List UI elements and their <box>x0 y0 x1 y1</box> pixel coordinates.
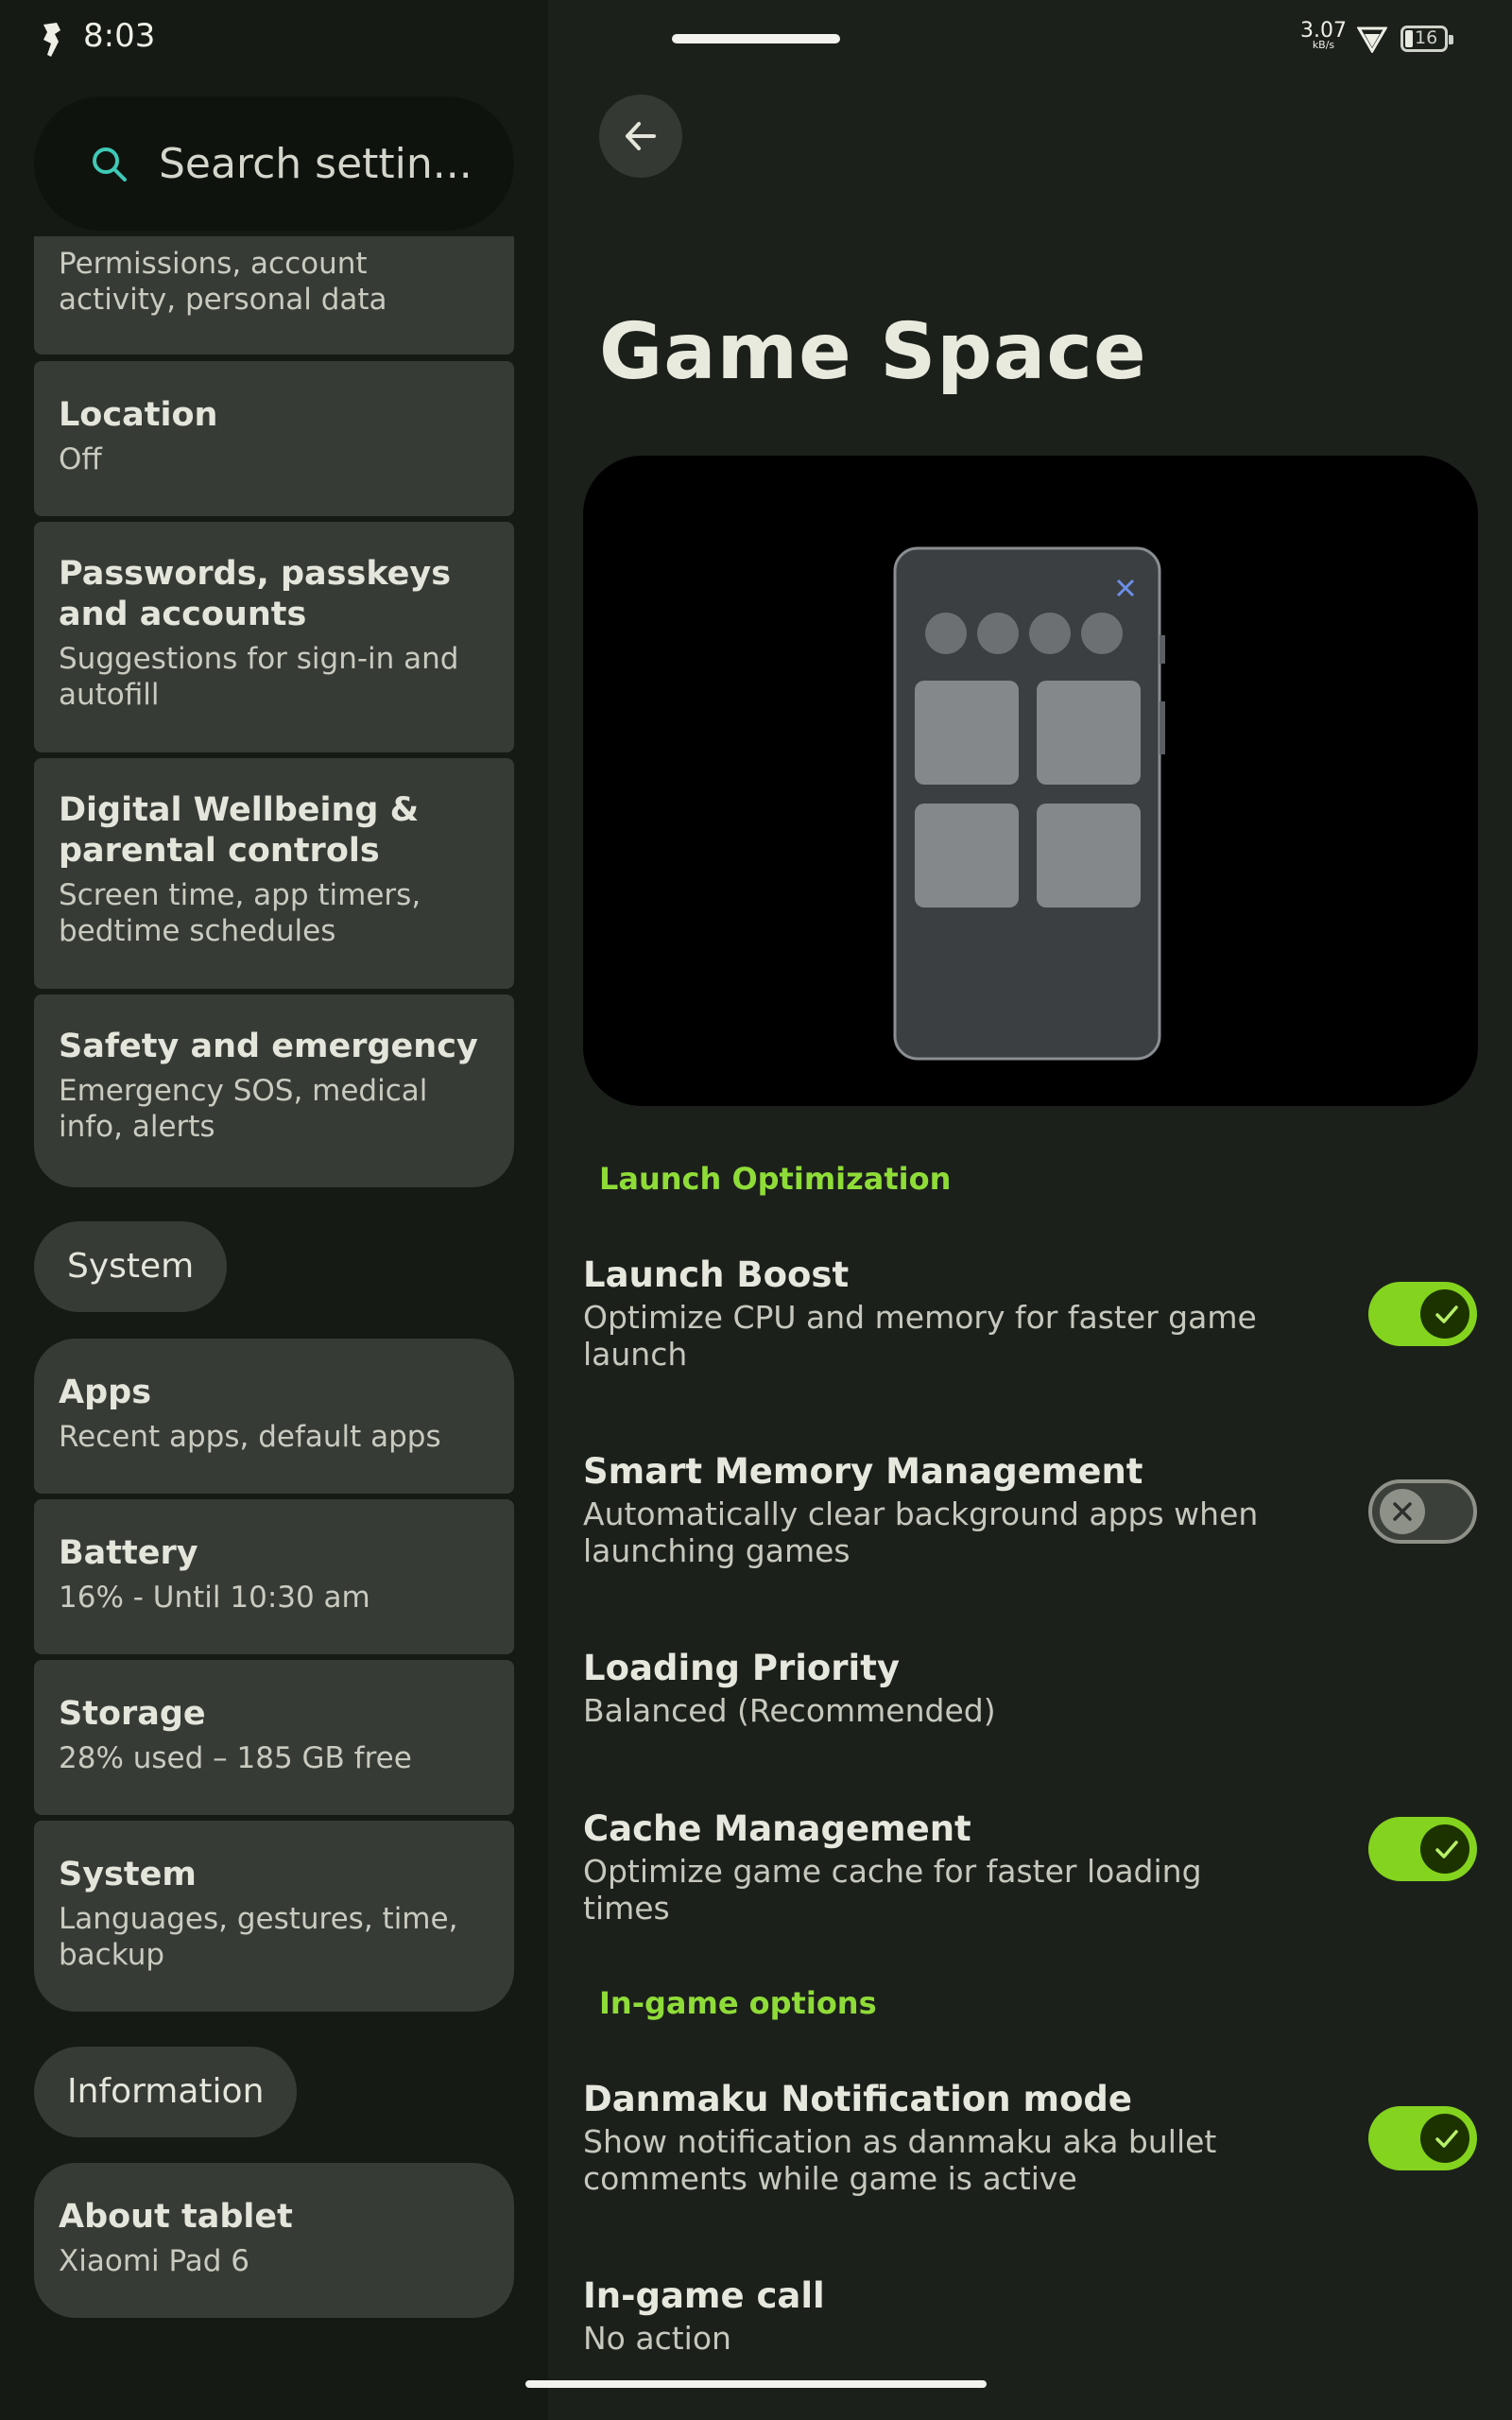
arrow-back-icon <box>626 122 656 150</box>
sidebar-item-title: Passwords, passkeys and accounts <box>59 555 452 633</box>
setting-subtitle: No action <box>583 2320 731 2357</box>
sidebar-item-subtitle: Screen time, app timers, bedtime schedul… <box>59 878 421 948</box>
sidebar-item-passwords[interactable]: Passwords, passkeys and accounts Suggest… <box>34 522 514 752</box>
setting-title: Loading Priority <box>583 1648 901 1688</box>
sidebar-item-subtitle: Languages, gestures, time, backup <box>59 1902 458 1972</box>
network-speed: 3.07 kB/s <box>1300 21 1347 51</box>
setting-subtitle: Balanced (Recommended) <box>583 1692 996 1729</box>
sidebar-item-about-tablet[interactable]: About tablet Xiaomi Pad 6 <box>34 2163 514 2318</box>
sidebar-item-subtitle: Recent apps, default apps <box>59 1420 441 1454</box>
sidebar-item-title: System <box>59 1856 197 1893</box>
setting-title: Cache Management <box>583 1808 971 1849</box>
setting-loading-priority[interactable]: Loading Priority Balanced (Recommended) <box>583 1647 1263 1729</box>
settings-sidebar: Search settin... Permissions, account ac… <box>0 0 548 2420</box>
sidebar-item-title: Safety and emergency <box>59 1028 478 1065</box>
launch-boost-toggle[interactable] <box>1368 1282 1477 1346</box>
sidebar-item-privacy[interactable]: Permissions, account activity, personal … <box>34 236 514 354</box>
sidebar-item-title: Digital Wellbeing & parental controls <box>59 791 420 870</box>
section-header-system: System <box>34 1221 228 1312</box>
drag-handle[interactable] <box>672 34 840 43</box>
check-icon <box>1435 2130 1458 2148</box>
sidebar-item-subtitle: Permissions, account activity, personal … <box>59 247 387 317</box>
tablet-illustration-icon <box>893 546 1165 1061</box>
sidebar-item-title: Location <box>59 396 218 434</box>
setting-title: In-game call <box>583 2275 825 2316</box>
search-icon <box>93 147 127 182</box>
close-icon <box>1393 1502 1412 1521</box>
check-icon <box>1435 1841 1458 1858</box>
section-header-launch-optimization: Launch Optimization <box>599 1161 952 1197</box>
sidebar-item-subtitle: Xiaomi Pad 6 <box>59 2244 250 2278</box>
clock: 8:03 <box>83 17 156 55</box>
sidebar-item-title: Apps <box>59 1374 152 1411</box>
search-placeholder: Search settin... <box>159 140 472 188</box>
sidebar-item-location[interactable]: Location Off <box>34 361 514 516</box>
setting-danmaku-notification-mode[interactable]: Danmaku Notification mode Show notificat… <box>583 2078 1263 2197</box>
sidebar-item-title: Battery <box>59 1534 198 1572</box>
wifi-icon <box>1357 26 1387 53</box>
setting-subtitle: Optimize game cache for faster loading t… <box>583 1853 1202 1927</box>
smart-memory-toggle[interactable] <box>1368 1479 1477 1544</box>
setting-title: Smart Memory Management <box>583 1451 1143 1492</box>
setting-cache-management[interactable]: Cache Management Optimize game cache for… <box>583 1807 1263 1927</box>
battery-level: 16 <box>1415 27 1438 48</box>
gesture-nav-bar[interactable] <box>525 2380 987 2388</box>
sidebar-item-subtitle: Suggestions for sign-in and autofill <box>59 642 459 712</box>
page-title: Game Space <box>599 307 1147 397</box>
search-bar[interactable]: Search settin... <box>34 96 514 231</box>
setting-subtitle: Automatically clear background apps when… <box>583 1495 1259 1569</box>
setting-title: Launch Boost <box>583 1254 850 1295</box>
setting-subtitle: Optimize CPU and memory for faster game … <box>583 1299 1257 1373</box>
setting-launch-boost[interactable]: Launch Boost Optimize CPU and memory for… <box>583 1253 1263 1373</box>
sidebar-item-subtitle: Emergency SOS, medical info, alerts <box>59 1074 428 1144</box>
battery-icon: 16 <box>1400 26 1453 52</box>
sidebar-item-apps[interactable]: Apps Recent apps, default apps <box>34 1339 514 1494</box>
app-logo-icon <box>43 23 60 57</box>
setting-subtitle: Show notification as danmaku aka bullet … <box>583 2123 1217 2197</box>
danmaku-notification-toggle[interactable] <box>1368 2106 1477 2170</box>
section-header-in-game-options: In-game options <box>599 1985 877 2021</box>
status-bar: 8:03 3.07 kB/s 16 <box>0 0 1512 76</box>
setting-smart-memory-management[interactable]: Smart Memory Management Automatically cl… <box>583 1450 1263 1569</box>
setting-title: Danmaku Notification mode <box>583 2079 1133 2119</box>
sidebar-item-digital-wellbeing[interactable]: Digital Wellbeing & parental controls Sc… <box>34 758 514 989</box>
sidebar-item-subtitle: 16% - Until 10:30 am <box>59 1581 370 1615</box>
check-icon <box>1435 1305 1458 1323</box>
setting-in-game-call[interactable]: In-game call No action <box>583 2274 1263 2357</box>
sidebar-item-safety[interactable]: Safety and emergency Emergency SOS, medi… <box>34 994 514 1187</box>
sidebar-item-system[interactable]: System Languages, gestures, time, backup <box>34 1821 514 2012</box>
cache-management-toggle[interactable] <box>1368 1817 1477 1881</box>
sidebar-item-title: About tablet <box>59 2198 293 2236</box>
game-space-illustration <box>583 456 1478 1106</box>
sidebar-item-title: Storage <box>59 1695 206 1733</box>
section-header-information: Information <box>34 2047 298 2137</box>
sidebar-item-storage[interactable]: Storage 28% used – 185 GB free <box>34 1660 514 1815</box>
back-button[interactable] <box>599 95 682 178</box>
sidebar-item-subtitle: Off <box>59 442 102 476</box>
sidebar-item-battery[interactable]: Battery 16% - Until 10:30 am <box>34 1499 514 1654</box>
sidebar-item-subtitle: 28% used – 185 GB free <box>59 1741 412 1775</box>
